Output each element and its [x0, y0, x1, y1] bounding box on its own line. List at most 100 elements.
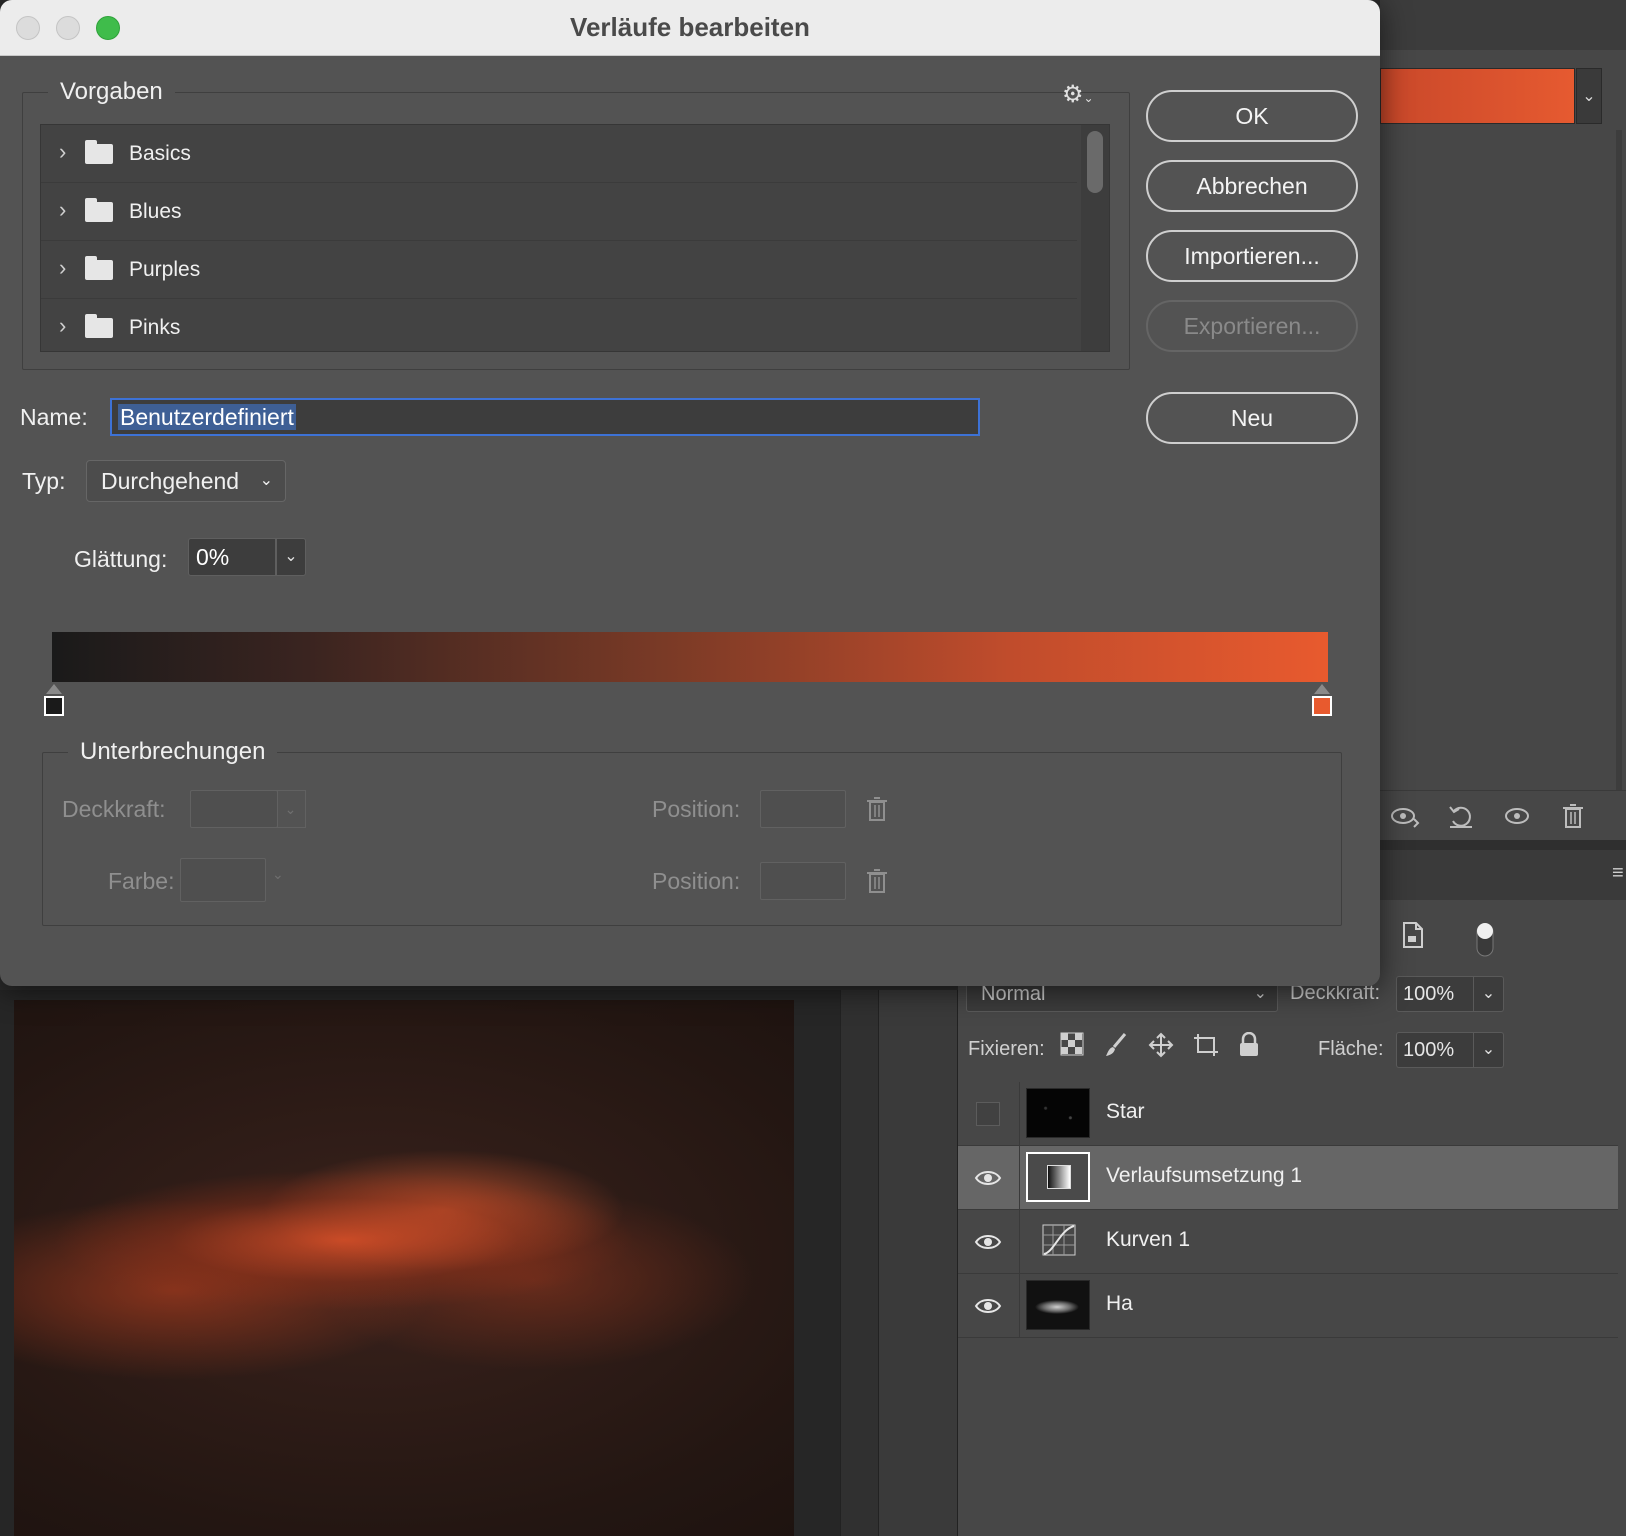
color-stop-left[interactable] — [44, 684, 64, 718]
delete-opacity-stop-icon[interactable] — [866, 796, 888, 822]
stop-opacity-input[interactable] — [190, 790, 278, 828]
name-input[interactable]: Benutzerdefiniert — [110, 398, 980, 436]
properties-scrollbar[interactable] — [1616, 130, 1622, 790]
chevron-right-icon[interactable]: › — [59, 197, 66, 223]
presets-list[interactable]: › Basics › Blues › Purples › Pinks — [40, 124, 1110, 352]
canvas-gutter — [840, 990, 878, 1536]
layer-row[interactable]: Kurven 1 — [958, 1210, 1618, 1274]
toggle-switch-icon[interactable] — [1474, 920, 1496, 967]
panel-separator — [1380, 840, 1626, 850]
stop-opacity-dropdown[interactable]: ⌄ — [276, 790, 306, 828]
name-input-value: Benutzerdefiniert — [118, 404, 296, 430]
layer-visibility-toggle[interactable] — [958, 1210, 1020, 1273]
eye-icon — [974, 1164, 1002, 1195]
lock-artboard-icon[interactable] — [1192, 1032, 1220, 1065]
preset-folder-basics[interactable]: › Basics — [41, 125, 1077, 183]
new-button[interactable]: Neu — [1146, 392, 1358, 444]
layer-visibility-toggle[interactable] — [958, 1146, 1020, 1209]
type-label: Typ: — [22, 468, 66, 494]
visibility-off-box — [976, 1102, 1000, 1126]
presets-scrollbar[interactable] — [1081, 125, 1109, 351]
eye-icon — [974, 1228, 1002, 1259]
fill-dropdown[interactable]: ⌄ — [1474, 1032, 1504, 1068]
layer-name: Star — [1106, 1100, 1145, 1123]
cancel-button[interactable]: Abbrechen — [1146, 160, 1358, 212]
stops-legend: Unterbrechungen — [68, 738, 278, 766]
lock-position-move-icon[interactable] — [1148, 1032, 1174, 1065]
delete-color-stop-icon[interactable] — [866, 868, 888, 894]
canvas-image[interactable] — [14, 1000, 794, 1536]
dock-gutter — [878, 990, 958, 1536]
name-label: Name: — [20, 404, 88, 430]
gradient-map-preview[interactable] — [1380, 68, 1575, 124]
gradient-map-dropdown[interactable]: ⌄ — [1576, 68, 1602, 124]
view-previous-state-icon[interactable] — [1390, 801, 1420, 831]
lock-image-pixels-brush-icon[interactable] — [1104, 1032, 1128, 1065]
layer-thumbnail — [1026, 1280, 1090, 1330]
layer-visibility-toggle[interactable] — [958, 1082, 1020, 1145]
chevron-right-icon[interactable]: › — [59, 313, 66, 339]
export-button[interactable]: Exportieren... — [1146, 300, 1358, 352]
gear-icon[interactable]: ⚙⌄ — [1062, 80, 1094, 109]
blend-mode-value: Normal — [981, 983, 1046, 1005]
color-position-input[interactable] — [760, 862, 846, 900]
lock-transparent-pixels-icon[interactable] — [1060, 1032, 1084, 1063]
layer-thumbnail — [1026, 1088, 1090, 1138]
gradient-editor-dialog: Verläufe bearbeiten Vorgaben ⚙⌄ › Basics… — [0, 0, 1380, 986]
import-button[interactable]: Importieren... — [1146, 230, 1358, 282]
layer-name: Kurven 1 — [1106, 1228, 1191, 1251]
smoothing-label: Glättung: — [74, 546, 168, 572]
layers-top-icons — [1380, 910, 1626, 970]
layer-visibility-toggle[interactable] — [958, 1274, 1020, 1337]
layer-row[interactable]: Star — [958, 1082, 1618, 1146]
stop-color-swatch[interactable] — [180, 858, 266, 902]
preset-folder-blues[interactable]: › Blues — [41, 183, 1077, 241]
stop-opacity-label: Deckkraft: — [62, 796, 166, 822]
chevron-down-icon: ⌄ — [259, 472, 273, 489]
layer-row[interactable]: Ha — [958, 1274, 1618, 1338]
presets-legend: Vorgaben — [48, 78, 175, 106]
fill-input[interactable]: 100% — [1396, 1032, 1474, 1068]
ok-button[interactable]: OK — [1146, 90, 1358, 142]
color-position-label: Position: — [652, 868, 741, 894]
stop-swatch — [1312, 696, 1332, 716]
type-select[interactable]: Durchgehend ⌄ — [86, 460, 286, 502]
color-stop-right[interactable] — [1312, 684, 1332, 718]
layer-name: Ha — [1106, 1292, 1133, 1315]
opacity-input[interactable]: 100% — [1396, 976, 1474, 1012]
chevron-right-icon[interactable]: › — [59, 255, 66, 281]
folder-icon — [85, 140, 113, 164]
layer-name: Verlaufsumsetzung 1 — [1106, 1164, 1303, 1187]
smoothing-dropdown[interactable]: ⌄ — [276, 538, 306, 576]
gradient-map-icon — [1047, 1165, 1071, 1189]
fill-label: Fläche: — [1318, 1038, 1384, 1060]
panel-menu-icon[interactable]: ≡ — [1612, 862, 1624, 885]
delete-trash-icon[interactable] — [1558, 801, 1588, 831]
layer-thumbnail — [1026, 1216, 1090, 1266]
gradient-preview-bar[interactable] — [52, 632, 1328, 682]
stop-pointer — [46, 684, 62, 694]
chevron-right-icon[interactable]: › — [59, 139, 66, 165]
folder-icon — [85, 314, 113, 338]
opacity-position-input[interactable] — [760, 790, 846, 828]
preset-folder-pinks[interactable]: › Pinks — [41, 299, 1077, 351]
new-document-icon[interactable] — [1400, 920, 1426, 957]
reset-icon[interactable] — [1446, 801, 1476, 831]
layer-thumbnail — [1026, 1152, 1090, 1202]
chevron-down-icon: ⌄ — [1582, 88, 1596, 105]
properties-icon-bar — [1380, 790, 1626, 840]
chevron-down-icon: ⌄ — [1481, 985, 1496, 1002]
opacity-position-label: Position: — [652, 796, 741, 822]
chevron-down-icon[interactable]: ⌄ — [272, 866, 284, 883]
lock-all-icon[interactable] — [1238, 1031, 1260, 1065]
visibility-eye-icon[interactable] — [1502, 801, 1532, 831]
type-select-value: Durchgehend — [101, 468, 240, 494]
chevron-down-icon: ⌄ — [284, 548, 298, 565]
smoothing-input[interactable]: 0% — [188, 538, 276, 576]
scrollbar-thumb[interactable] — [1087, 131, 1103, 193]
preset-folder-purples[interactable]: › Purples — [41, 241, 1077, 299]
layer-row[interactable]: Verlaufsumsetzung 1 — [958, 1146, 1618, 1210]
chevron-down-icon: ⌄ — [1481, 1041, 1496, 1058]
curves-icon — [1042, 1224, 1076, 1256]
opacity-dropdown[interactable]: ⌄ — [1474, 976, 1504, 1012]
